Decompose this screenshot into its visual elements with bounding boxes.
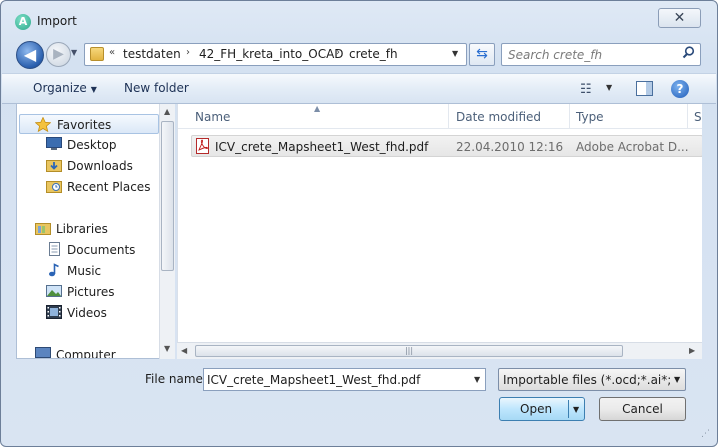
navigation-scrollbar[interactable]: ▲ ▼ [159, 104, 175, 359]
sidebar-item-label: Music [67, 264, 102, 278]
file-name: ICV_crete_Mapsheet1_West_fhd.pdf [215, 140, 429, 154]
search-input[interactable] [508, 47, 678, 63]
overflow-chevron[interactable]: « [109, 47, 115, 58]
open-button-label: Open [520, 402, 553, 416]
sidebar-item-favorites[interactable]: Favorites [19, 114, 159, 134]
file-type-filter[interactable]: Importable files (*.ocd;*.ai*;*.pdf ▼ [498, 368, 686, 391]
refresh-button[interactable]: ⇆ [469, 43, 495, 66]
organize-label: Organize [33, 81, 87, 95]
cancel-button-label: Cancel [622, 402, 663, 416]
horizontal-scrollbar[interactable]: ◀ ||| ▶ [177, 342, 702, 359]
sidebar-item-label: Libraries [56, 222, 108, 236]
views-icon[interactable]: ☷ [580, 82, 592, 97]
column-header-name[interactable]: Name [195, 110, 230, 124]
table-row[interactable]: ICV_crete_Mapsheet1_West_fhd.pdf 22.04.2… [191, 135, 702, 157]
videos-icon [46, 305, 62, 319]
scroll-up-icon[interactable]: ▲ [164, 107, 170, 116]
forward-button[interactable]: ▶ [46, 42, 71, 67]
column-divider[interactable] [687, 104, 688, 129]
recent-places-icon [46, 179, 62, 193]
help-icon[interactable]: ? [671, 80, 689, 98]
search-box[interactable] [501, 43, 701, 66]
file-date-modified: 22.04.2010 12:16 [456, 140, 564, 154]
pictures-icon [46, 284, 62, 298]
file-list: ▲ Name Date modified Type Si ICV_crete_M… [177, 104, 702, 342]
open-options-dropdown[interactable]: ▼ [573, 405, 579, 414]
open-button[interactable]: Open ▼ [499, 397, 585, 421]
back-button[interactable]: ◀ [16, 41, 44, 69]
scroll-down-icon[interactable]: ▼ [164, 344, 170, 353]
downloads-folder-icon [46, 158, 62, 172]
breadcrumb-crete-fh[interactable]: crete_fh [349, 47, 398, 61]
file-type-filter-value: Importable files (*.ocd;*.ai*;*.pdf [503, 373, 671, 387]
resize-grip-icon[interactable]: ⋰ [701, 429, 710, 439]
sidebar-item-videos[interactable]: Videos [46, 303, 166, 323]
window-title: Import [37, 14, 77, 28]
desktop-icon [46, 137, 62, 151]
sidebar-item-downloads[interactable]: Downloads [46, 156, 166, 176]
music-icon [46, 263, 62, 277]
sidebar-item-label: Favorites [57, 118, 112, 132]
file-name-input[interactable] [207, 372, 462, 388]
sidebar-item-music[interactable]: Music [46, 261, 166, 281]
import-dialog: A Import ✕ ◀ ▶ ▼ « testdaten › 42_FH_kre… [0, 0, 718, 447]
app-icon: A [15, 14, 31, 30]
breadcrumb-testdaten[interactable]: testdaten [123, 47, 181, 61]
sidebar-item-label: Recent Places [67, 180, 151, 194]
sidebar-item-pictures[interactable]: Pictures [46, 282, 166, 302]
sidebar-item-computer[interactable]: Computer [35, 345, 165, 359]
sidebar-item-label: Pictures [67, 285, 115, 299]
scrollbar-thumb[interactable]: ||| [195, 345, 623, 357]
close-button[interactable]: ✕ [658, 8, 701, 28]
sort-ascending-icon: ▲ [314, 104, 321, 113]
chevron-down-icon: ▼ [90, 85, 97, 94]
computer-icon [35, 347, 51, 358]
search-icon[interactable] [682, 46, 695, 63]
scroll-left-icon[interactable]: ◀ [181, 346, 187, 355]
star-icon [34, 116, 52, 133]
address-bar[interactable]: « testdaten › 42_FH_kreta_into_OCAD › cr… [84, 43, 467, 66]
views-dropdown[interactable]: ▼ [606, 83, 612, 92]
sidebar-item-label: Desktop [67, 138, 117, 152]
file-type: Adobe Acrobat D... [576, 140, 689, 154]
new-folder-button[interactable]: New folder [124, 81, 189, 95]
organize-button[interactable]: Organize ▼ [33, 81, 97, 95]
breadcrumb-separator[interactable]: › [336, 47, 340, 58]
preview-pane-icon[interactable] [636, 81, 653, 96]
cancel-button[interactable]: Cancel [599, 397, 686, 421]
libraries-icon [35, 221, 51, 235]
breadcrumb-42-fh-kreta[interactable]: 42_FH_kreta_into_OCAD [199, 47, 344, 61]
sidebar-item-recent-places[interactable]: Recent Places [46, 177, 166, 197]
column-divider[interactable] [448, 104, 449, 129]
recent-locations-dropdown[interactable]: ▼ [71, 48, 81, 62]
sidebar-item-documents[interactable]: Documents [46, 240, 166, 260]
sidebar-item-libraries[interactable]: Libraries [35, 219, 165, 239]
documents-icon [46, 242, 62, 256]
sidebar-item-label: Documents [67, 243, 136, 257]
pdf-file-icon [196, 138, 209, 154]
folder-icon [90, 47, 104, 61]
sidebar-item-label: Computer [56, 348, 116, 359]
navigation-pane: Favorites Desktop Downloads Recent Place… [16, 104, 175, 359]
file-name-label: File name: [145, 372, 207, 386]
address-dropdown[interactable]: ▼ [452, 49, 458, 58]
column-header-type[interactable]: Type [576, 110, 604, 124]
sidebar-item-label: Downloads [67, 159, 133, 173]
title-bar: A Import ✕ [1, 1, 717, 35]
scroll-right-icon[interactable]: ▶ [689, 346, 695, 355]
split-divider [568, 400, 569, 418]
chevron-down-icon[interactable]: ▼ [474, 375, 480, 384]
sidebar-item-label: Videos [67, 306, 107, 320]
column-header-row: ▲ Name Date modified Type Si [178, 104, 702, 129]
column-header-date-modified[interactable]: Date modified [456, 110, 541, 124]
command-bar: Organize ▼ New folder ☷ ▼ ? [2, 73, 716, 104]
sidebar-item-desktop[interactable]: Desktop [46, 135, 166, 155]
file-name-combobox[interactable]: ▼ [203, 368, 486, 391]
column-header-size[interactable]: Si [694, 110, 702, 124]
breadcrumb-separator[interactable]: › [186, 47, 190, 58]
chevron-down-icon: ▼ [674, 375, 681, 384]
scrollbar-thumb[interactable] [161, 121, 174, 271]
column-divider[interactable] [569, 104, 570, 129]
